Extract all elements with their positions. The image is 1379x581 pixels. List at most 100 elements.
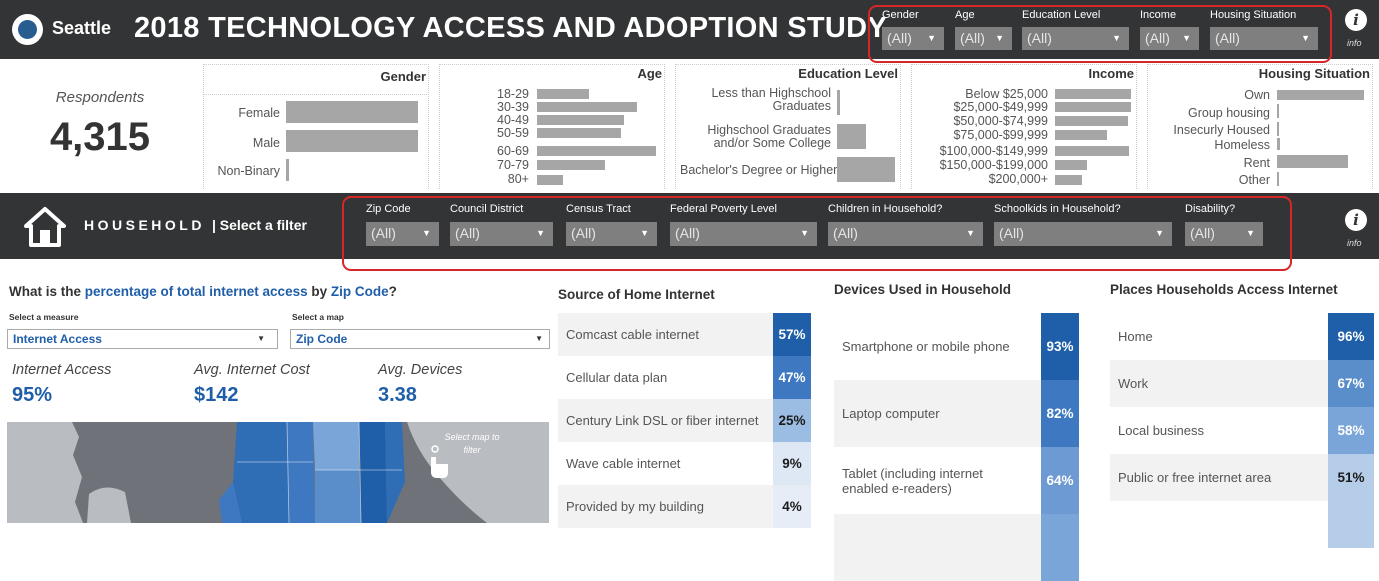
row-label: Public or free internet area [1118, 470, 1272, 485]
row-value: 25% [773, 399, 811, 442]
education-bar[interactable] [837, 124, 866, 149]
gender-bar-female[interactable] [286, 101, 418, 123]
source-table: Comcast cable internet 57% Cellular data … [558, 313, 811, 528]
filter-age-dropdown[interactable]: (All) ▼ [955, 27, 1012, 50]
table-row[interactable]: Laptop computer 82% [834, 380, 1079, 447]
gender-bar-nonbinary[interactable] [286, 159, 289, 181]
table-row[interactable]: Cellular data plan 47% [558, 356, 811, 399]
income-label: $200,000+ [988, 172, 1048, 186]
table-row[interactable]: Home 96% [1110, 313, 1374, 360]
income-bar[interactable] [1055, 102, 1131, 112]
income-title: Income [1088, 66, 1134, 81]
household-label: HOUSEHOLD [84, 217, 205, 233]
measure-link[interactable]: percentage of total internet access [85, 284, 308, 299]
filter-label-gender: Gender [882, 9, 919, 21]
map-select-label: Select a map [292, 312, 344, 322]
map-select[interactable]: Zip Code ▼ [290, 329, 550, 349]
filter-label-disability: Disability? [1185, 203, 1236, 215]
table-row[interactable]: Work 67% [1110, 360, 1374, 407]
age-bar[interactable] [537, 102, 637, 112]
age-bar[interactable] [537, 89, 589, 99]
education-label: Highschool Graduates and/or Some College [707, 123, 831, 150]
table-row[interactable]: Local business 58% [1110, 407, 1374, 454]
filter-gender-dropdown[interactable]: (All) ▼ [882, 27, 944, 50]
info-label: info [1347, 238, 1362, 248]
info-icon[interactable]: i [1345, 209, 1367, 231]
gender-divider [203, 94, 429, 95]
filter-housing-dropdown[interactable]: (All) ▼ [1210, 27, 1318, 50]
income-bar[interactable] [1055, 160, 1087, 170]
filter-label-children: Children in Household? [828, 203, 943, 215]
age-bar[interactable] [537, 146, 656, 156]
measure-select[interactable]: Internet Access ▼ [7, 329, 278, 349]
filter-children-dropdown[interactable]: (All) ▼ [828, 222, 983, 246]
housing-bar[interactable] [1277, 138, 1280, 150]
housing-bar[interactable] [1277, 104, 1279, 118]
income-bar[interactable] [1055, 116, 1128, 126]
row-value: 64% [1041, 447, 1079, 514]
table-row[interactable]: Public or free internet area 51% [1110, 454, 1374, 501]
housing-bar[interactable] [1277, 122, 1279, 136]
row-label: Laptop computer [842, 406, 940, 421]
row-value [1328, 501, 1374, 548]
filter-label-income: Income [1140, 9, 1177, 21]
caret-down-icon: ▼ [535, 334, 543, 343]
education-label: Bachelor's Degree or Higher [680, 163, 838, 177]
row-value: 57% [773, 313, 811, 356]
filter-council-dropdown[interactable]: (All) ▼ [450, 222, 553, 246]
housing-bar[interactable] [1277, 172, 1279, 186]
caret-down-icon: ▼ [536, 228, 545, 238]
row-label: Comcast cable internet [566, 327, 699, 342]
income-bar[interactable] [1055, 89, 1131, 99]
age-label: 70-79 [497, 158, 529, 172]
caret-down-icon: ▼ [422, 228, 431, 238]
table-row[interactable]: Tablet (including internet enabled e-rea… [834, 447, 1079, 514]
age-label: 80+ [507, 172, 529, 186]
housing-bar[interactable] [1277, 155, 1348, 168]
housing-label: Group housing [1187, 106, 1270, 120]
age-bar[interactable] [537, 128, 621, 138]
filter-disability-dropdown[interactable]: (All) ▼ [1185, 222, 1263, 246]
geo-link[interactable]: Zip Code [331, 284, 389, 299]
filter-education-dropdown[interactable]: (All) ▼ [1022, 27, 1129, 50]
table-row[interactable] [834, 514, 1079, 581]
info-label: info [1347, 38, 1362, 48]
age-bar[interactable] [537, 115, 624, 125]
age-bar[interactable] [537, 175, 563, 185]
age-label: 18-29 [497, 87, 529, 101]
table-row[interactable] [1110, 501, 1374, 548]
row-label: Smartphone or mobile phone [842, 339, 1010, 354]
caret-down-icon: ▼ [1155, 228, 1164, 238]
kpi-label: Avg. Devices [378, 362, 463, 378]
caret-down-icon: ▼ [640, 228, 649, 238]
devices-title: Devices Used in Household [834, 282, 1012, 297]
filter-label-census: Census Tract [566, 203, 631, 215]
income-bar[interactable] [1055, 175, 1082, 185]
table-row[interactable]: Smartphone or mobile phone 93% [834, 313, 1079, 380]
row-label: Provided by my building [566, 499, 705, 514]
respondents-count: 4,315 [49, 115, 151, 159]
filter-census-dropdown[interactable]: (All) ▼ [566, 222, 657, 246]
kpi-value-internet-access: 95% [12, 384, 53, 406]
education-bar[interactable] [837, 157, 895, 182]
gender-bar-male[interactable] [286, 130, 418, 152]
filter-label-poverty: Federal Poverty Level [670, 203, 777, 215]
table-row[interactable]: Century Link DSL or fiber internet 25% [558, 399, 811, 442]
filter-zip-dropdown[interactable]: (All) ▼ [366, 222, 439, 246]
income-bar[interactable] [1055, 146, 1129, 156]
filter-schoolkids-dropdown[interactable]: (All) ▼ [994, 222, 1172, 246]
income-bar[interactable] [1055, 130, 1107, 140]
info-icon[interactable]: i [1345, 9, 1367, 31]
housing-bar[interactable] [1277, 90, 1364, 100]
filter-income-dropdown[interactable]: (All) ▼ [1140, 27, 1199, 50]
table-row[interactable]: Provided by my building 4% [558, 485, 811, 528]
filter-poverty-dropdown[interactable]: (All) ▼ [670, 222, 817, 246]
table-row[interactable]: Comcast cable internet 57% [558, 313, 811, 356]
dashboard-title: 2018 TECHNOLOGY ACCESS AND ADOPTION STUD… [134, 12, 887, 44]
filter-label-housing: Housing Situation [1210, 9, 1297, 21]
age-bar[interactable] [537, 160, 605, 170]
table-row[interactable]: Wave cable internet 9% [558, 442, 811, 485]
select-filter-label: | Select a filter [212, 217, 307, 233]
row-label: Tablet (including internet enabled e-rea… [842, 465, 983, 496]
education-bar[interactable] [837, 90, 840, 115]
